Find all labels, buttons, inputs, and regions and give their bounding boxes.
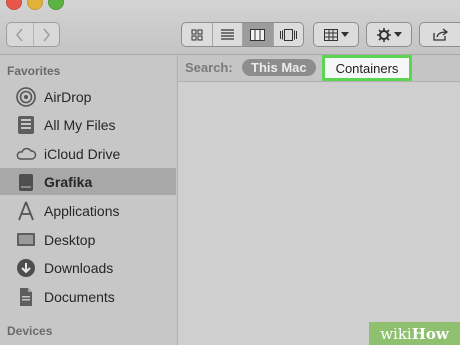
view-mode-buttons xyxy=(181,22,304,47)
chevron-left-icon xyxy=(15,27,23,42)
chevron-down-icon xyxy=(340,32,349,37)
scope-this-mac-button[interactable]: This Mac xyxy=(242,59,316,76)
documents-icon xyxy=(15,286,37,308)
sidebar-item-applications[interactable]: Applications xyxy=(0,197,176,224)
sidebar-item-label: AirDrop xyxy=(44,88,92,105)
applications-icon xyxy=(15,200,37,222)
downloads-icon xyxy=(15,257,37,279)
navigation-buttons xyxy=(6,22,60,47)
content-area: Search: This Mac Containers xyxy=(177,55,460,345)
share-icon xyxy=(432,28,448,41)
toolbar xyxy=(0,0,460,55)
sidebar-item-label: Desktop xyxy=(44,231,96,248)
list-view-icon xyxy=(220,29,234,40)
close-window-button[interactable] xyxy=(6,0,22,10)
sidebar-item-airdrop[interactable]: AirDrop xyxy=(0,83,176,110)
scope-containers-button[interactable]: Containers xyxy=(322,55,412,81)
cover-flow-view-button[interactable] xyxy=(272,23,304,46)
sidebar-item-label: Grafika xyxy=(44,173,93,190)
share-button[interactable] xyxy=(419,22,460,47)
arrange-button[interactable] xyxy=(313,22,359,47)
airdrop-icon xyxy=(15,86,37,108)
sidebar-section-favorites: Favorites xyxy=(7,64,61,78)
all-files-icon xyxy=(15,114,37,136)
sidebar-item-label: Downloads xyxy=(44,259,114,276)
back-button[interactable] xyxy=(7,23,33,46)
list-view-button[interactable] xyxy=(211,23,243,46)
chevron-down-icon xyxy=(393,32,402,37)
zoom-window-button[interactable] xyxy=(48,0,64,10)
chevron-right-icon xyxy=(43,27,51,42)
sidebar-item-label: All My Files xyxy=(44,116,116,133)
sidebar-item-label: Applications xyxy=(44,202,120,219)
column-view-icon xyxy=(250,28,266,41)
drive-icon xyxy=(15,171,37,193)
icon-view-button[interactable] xyxy=(182,23,212,46)
sidebar-item-label: iCloud Drive xyxy=(44,145,121,162)
search-scope-bar: Search: This Mac Containers xyxy=(178,55,460,82)
sidebar-item-grafika[interactable]: Grafika xyxy=(0,168,176,195)
sidebar-item-label: Documents xyxy=(44,288,115,305)
forward-button[interactable] xyxy=(32,23,60,46)
sidebar-item-downloads[interactable]: Downloads xyxy=(0,254,176,281)
sidebar-item-all-my-files[interactable]: All My Files xyxy=(0,111,176,138)
minimize-window-button[interactable] xyxy=(27,0,43,10)
icon-view-icon xyxy=(191,29,203,40)
gear-icon xyxy=(376,27,391,42)
search-label: Search: xyxy=(185,60,233,75)
watermark-part-wiki: wiki xyxy=(380,324,412,343)
sidebar: Favorites AirDrop All My Files iCloud Dr… xyxy=(0,55,176,345)
sidebar-item-icloud-drive[interactable]: iCloud Drive xyxy=(0,140,176,167)
watermark-part-how: How xyxy=(411,324,449,343)
action-button[interactable] xyxy=(366,22,412,47)
sidebar-item-documents[interactable]: Documents xyxy=(0,283,176,310)
desktop-icon xyxy=(15,229,37,251)
cloud-icon xyxy=(15,143,37,165)
finder-window: Favorites AirDrop All My Files iCloud Dr… xyxy=(0,0,460,345)
arrange-grid-icon xyxy=(323,28,338,41)
sidebar-item-desktop[interactable]: Desktop xyxy=(0,226,176,253)
column-view-button[interactable] xyxy=(242,23,273,46)
sidebar-section-devices: Devices xyxy=(7,324,53,338)
cover-flow-view-icon xyxy=(279,28,297,41)
wikihow-watermark: wiki How xyxy=(369,322,460,345)
